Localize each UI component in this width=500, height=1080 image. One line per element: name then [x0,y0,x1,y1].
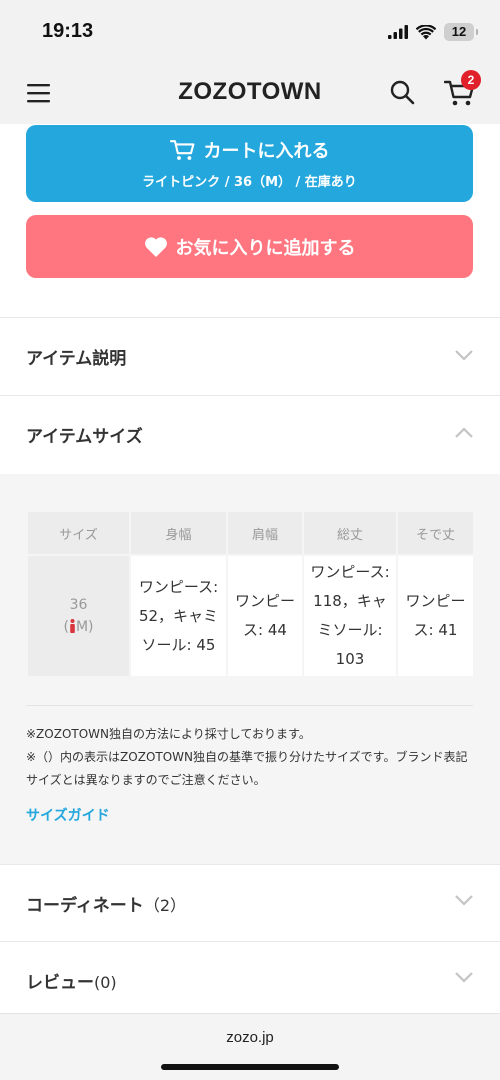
divider [26,705,473,706]
accordion-count: （2） [143,896,186,915]
table-header-cell: 肩幅 [226,510,304,556]
signal-icon [388,25,408,39]
measurement-note: ※ZOZOTOWN独自の方法により採寸しております。 [26,727,311,741]
size-name-cell: 36 (M) [26,554,131,678]
table-header-cell: そで丈 [396,510,475,556]
accordion-review[interactable]: レビュー(0) [0,942,500,1013]
table-header-cell: 身幅 [129,510,228,556]
accordion-item-description[interactable]: アイテム説明 [0,318,500,395]
accordion-label: アイテム説明 [26,349,127,369]
accordion-label: コーディネート（2） [26,891,186,916]
logo[interactable]: ZOZOTOWN [0,78,500,106]
app-header: ZOZOTOWN [0,64,500,124]
person-icon [70,619,75,633]
chevron-down-icon [455,972,473,983]
browser-bottom-bar: zozo.jp [0,1013,500,1080]
chevron-down-icon [455,895,473,906]
table-cell: ワンピース: 118，キャミソール: 103 [302,554,398,678]
size-note: ※（）内の表示はZOZOTOWN独自の基準で振り分けたサイズです。ブランド表記サ… [26,750,468,787]
heart-icon [144,236,167,257]
status-bar: 19:13 12 [0,0,500,64]
table-row: 36 (M) ワンピース: 52，キャミソール: 45 ワンピース: 44 ワン… [26,554,475,678]
cart-icon [169,140,194,160]
table-cell: ワンピース: 41 [396,554,475,678]
cart-count-badge: 2 [461,70,481,90]
table-cell: ワンピース: 52，キャミソール: 45 [129,554,228,678]
add-to-favorites-label: お気に入りに追加する [175,237,356,259]
accordion-coordinate[interactable]: コーディネート（2） [0,865,500,942]
add-to-cart-label: カートに入れる [203,141,330,162]
size-table: サイズ 身幅 肩幅 総丈 そで丈 36 (M) ワンピース: 52，キャミソール… [26,510,475,678]
home-indicator[interactable] [161,1064,339,1070]
size-letter-text: M) [75,619,94,635]
table-header-row: サイズ 身幅 肩幅 総丈 そで丈 [26,510,475,556]
accordion-item-size[interactable]: アイテムサイズ [0,396,500,473]
accordion-label-text: レビュー [26,973,94,993]
size-panel: サイズ 身幅 肩幅 総丈 そで丈 36 (M) ワンピース: 52，キャミソール… [0,474,500,864]
status-icons: 12 [388,22,478,42]
size-guide-link[interactable]: サイズガイド [26,805,110,825]
accordion-label: アイテムサイズ [26,427,143,447]
selected-variant: ライトピンク / 36（M） / 在庫あり [142,175,357,190]
table-cell: ワンピース: 44 [226,554,304,678]
status-time: 19:13 [42,20,94,42]
table-header-cell: サイズ [26,510,131,556]
wifi-icon [416,24,436,39]
accordion-count: (0) [94,973,117,992]
battery-icon: 12 [444,23,478,41]
accordion-label: レビュー(0) [26,968,117,993]
search-icon[interactable] [388,78,416,106]
add-to-cart-button[interactable]: カートに入れる ライトピンク / 36（M） / 在庫あり [26,125,473,202]
size-value: 36 [69,597,88,613]
chevron-down-icon [455,350,473,361]
size-letter: (M) [30,616,127,638]
add-to-favorites-button[interactable]: お気に入りに追加する [26,215,473,278]
chevron-up-icon [455,427,473,438]
url-text[interactable]: zozo.jp [0,1029,500,1046]
table-header-cell: 総丈 [302,510,398,556]
accordion-label-text: コーディネート [26,896,144,916]
